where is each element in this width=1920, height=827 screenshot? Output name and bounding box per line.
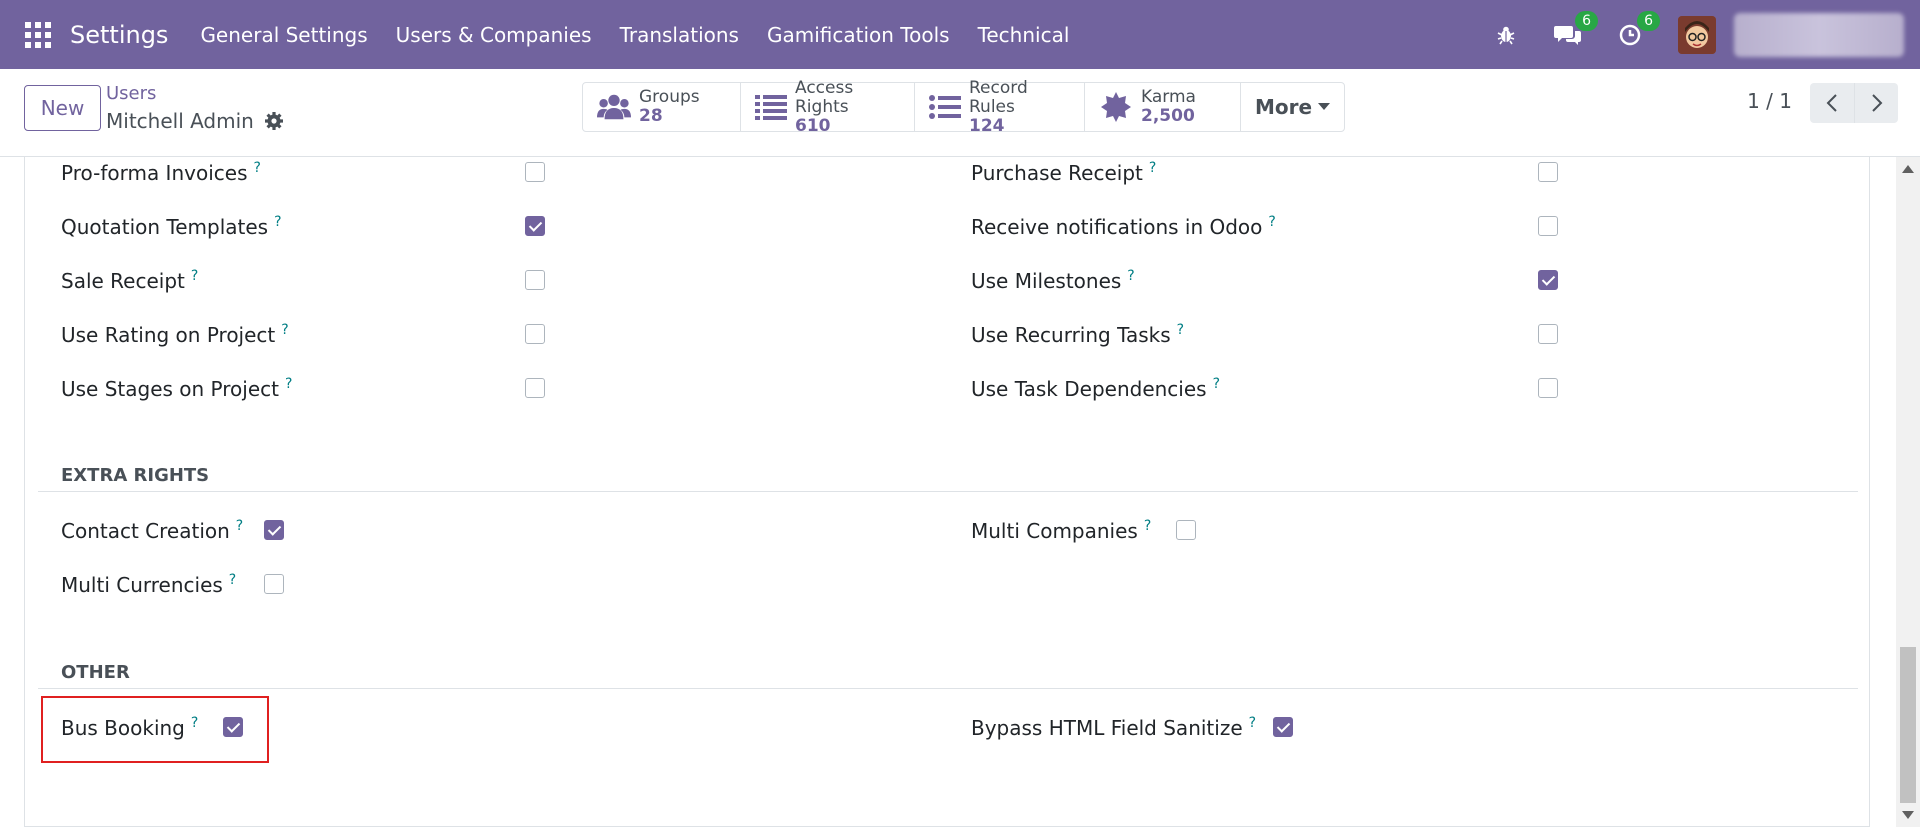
help-tooltip-icon[interactable]: ? <box>1144 518 1151 534</box>
vertical-scrollbar[interactable] <box>1896 157 1920 827</box>
help-tooltip-icon[interactable]: ? <box>1268 214 1275 230</box>
right-label-quotation-templates: Quotation Templates? <box>61 214 282 239</box>
help-tooltip-icon[interactable]: ? <box>1149 160 1156 176</box>
checkbox-sale-receipt[interactable] <box>525 270 545 290</box>
right-label-use-milestones: Use Milestones? <box>971 268 1135 293</box>
help-tooltip-icon[interactable]: ? <box>1177 322 1184 338</box>
help-tooltip-icon[interactable]: ? <box>236 518 243 534</box>
menu-gamification-tools[interactable]: Gamification Tools <box>753 23 964 47</box>
chevron-left-icon <box>1826 94 1837 112</box>
right-label-bypass-html-field-sanitize: Bypass HTML Field Sanitize? <box>971 715 1257 740</box>
menu-general-settings[interactable]: General Settings <box>186 23 381 47</box>
help-tooltip-icon[interactable]: ? <box>253 160 260 176</box>
smart-buttons: Groups 28 Access Rights 610 Record Rules… <box>582 78 1346 135</box>
breadcrumb-current: Mitchell Admin <box>106 109 284 133</box>
messages-icon[interactable]: 6 <box>1554 10 1598 49</box>
checkbox-multi-currencies[interactable] <box>264 574 284 594</box>
karma-value: 2,500 <box>1141 106 1195 126</box>
help-tooltip-icon[interactable]: ? <box>285 376 292 392</box>
right-label-sale-receipt: Sale Receipt? <box>61 268 199 293</box>
record-rules-count: 124 <box>969 115 1005 136</box>
right-label-use-task-dependencies: Use Task Dependencies? <box>971 376 1221 401</box>
karma-smart-button[interactable]: Karma 2,500 <box>1085 83 1241 131</box>
new-button[interactable]: New <box>24 85 101 131</box>
checkbox-bypass-html-field-sanitize[interactable] <box>1273 717 1293 737</box>
user-avatar[interactable] <box>1678 15 1716 54</box>
top-navbar: Settings General Settings Users & Compan… <box>0 0 1920 69</box>
activities-count-badge: 6 <box>1637 10 1660 31</box>
right-label-multi-companies: Multi Companies? <box>971 518 1152 543</box>
right-label-use-rating-on-project: Use Rating on Project? <box>61 322 289 347</box>
menu-technical[interactable]: Technical <box>964 23 1084 47</box>
checkbox-use-stages-on-project[interactable] <box>525 378 545 398</box>
list-icon <box>755 90 787 124</box>
control-panel: New Users Mitchell Admin Groups 28 Acces… <box>0 69 1920 157</box>
right-label-pro-forma-invoices: Pro-forma Invoices? <box>61 160 261 185</box>
groups-smart-button[interactable]: Groups 28 <box>583 83 741 131</box>
access-rights-count: 610 <box>795 115 831 136</box>
form-content: Pro-forma Invoices? Quotation Templates?… <box>0 157 1896 827</box>
access-rights-smart-button[interactable]: Access Rights 610 <box>741 78 915 135</box>
right-label-contact-creation: Contact Creation? <box>61 518 244 543</box>
menu-users-companies[interactable]: Users & Companies <box>382 23 606 47</box>
activity-clock-icon[interactable]: 6 <box>1616 10 1660 49</box>
karma-label: Karma <box>1141 87 1196 107</box>
right-label-purchase-receipt: Purchase Receipt? <box>971 160 1157 185</box>
karma-badge-icon <box>1099 90 1133 124</box>
checkbox-pro-forma-invoices[interactable] <box>525 162 545 182</box>
access-rights-label: Access Rights <box>795 77 854 117</box>
right-label-multi-currencies: Multi Currencies? <box>61 572 237 597</box>
checkbox-use-recurring-tasks[interactable] <box>1538 324 1558 344</box>
caret-down-icon <box>1318 103 1331 110</box>
help-tooltip-icon[interactable]: ? <box>274 214 281 230</box>
more-label: More <box>1255 95 1313 119</box>
user-name-blurred[interactable] <box>1734 12 1904 57</box>
pager-next-button[interactable] <box>1854 83 1898 123</box>
help-tooltip-icon[interactable]: ? <box>229 572 236 588</box>
record-rules-smart-button[interactable]: Record Rules 124 <box>915 78 1085 135</box>
app-brand[interactable]: Settings <box>70 21 168 49</box>
users-icon <box>597 90 631 124</box>
checkbox-receive-notifications[interactable] <box>1538 216 1558 236</box>
groups-count: 28 <box>639 106 663 126</box>
section-title-extra-rights: EXTRA RIGHTS <box>61 465 210 486</box>
list-icon <box>929 90 961 124</box>
checkbox-purchase-receipt[interactable] <box>1538 162 1558 182</box>
scroll-down-arrow-icon[interactable] <box>1902 811 1914 819</box>
pager-previous-button[interactable] <box>1810 83 1854 123</box>
right-label-receive-notifications: Receive notifications in Odoo? <box>971 214 1276 239</box>
highlight-annotation-box <box>41 696 269 763</box>
form-sheet <box>24 157 1870 827</box>
help-tooltip-icon[interactable]: ? <box>191 268 198 284</box>
chevron-right-icon <box>1871 94 1882 112</box>
checkbox-quotation-templates[interactable] <box>525 216 545 236</box>
help-tooltip-icon[interactable]: ? <box>1127 268 1134 284</box>
section-divider <box>38 688 1858 689</box>
help-tooltip-icon[interactable]: ? <box>1249 715 1256 731</box>
right-label-use-recurring-tasks: Use Recurring Tasks? <box>971 322 1185 347</box>
record-name: Mitchell Admin <box>106 109 254 133</box>
scroll-up-arrow-icon[interactable] <box>1902 165 1914 173</box>
section-title-other: OTHER <box>61 662 130 683</box>
more-dropdown-button[interactable]: More <box>1241 83 1344 131</box>
checkbox-use-task-dependencies[interactable] <box>1538 378 1558 398</box>
messages-count-badge: 6 <box>1575 10 1598 31</box>
breadcrumb-users[interactable]: Users <box>106 83 156 104</box>
help-tooltip-icon[interactable]: ? <box>1213 376 1220 392</box>
pager-value[interactable]: 1 / 1 <box>1747 89 1792 113</box>
debug-bug-icon[interactable] <box>1492 21 1520 49</box>
right-label-use-stages-on-project: Use Stages on Project? <box>61 376 293 401</box>
scrollbar-thumb[interactable] <box>1900 647 1916 803</box>
checkbox-use-milestones[interactable] <box>1538 270 1558 290</box>
checkbox-use-rating-on-project[interactable] <box>525 324 545 344</box>
groups-label: Groups <box>639 87 700 107</box>
record-rules-label: Record Rules <box>969 77 1028 117</box>
gear-icon[interactable] <box>264 111 284 131</box>
help-tooltip-icon[interactable]: ? <box>281 322 288 338</box>
section-divider <box>38 491 1858 492</box>
apps-menu-icon[interactable] <box>25 21 51 48</box>
checkbox-contact-creation[interactable] <box>264 520 284 540</box>
checkbox-multi-companies[interactable] <box>1176 520 1196 540</box>
menu-translations[interactable]: Translations <box>606 23 753 47</box>
